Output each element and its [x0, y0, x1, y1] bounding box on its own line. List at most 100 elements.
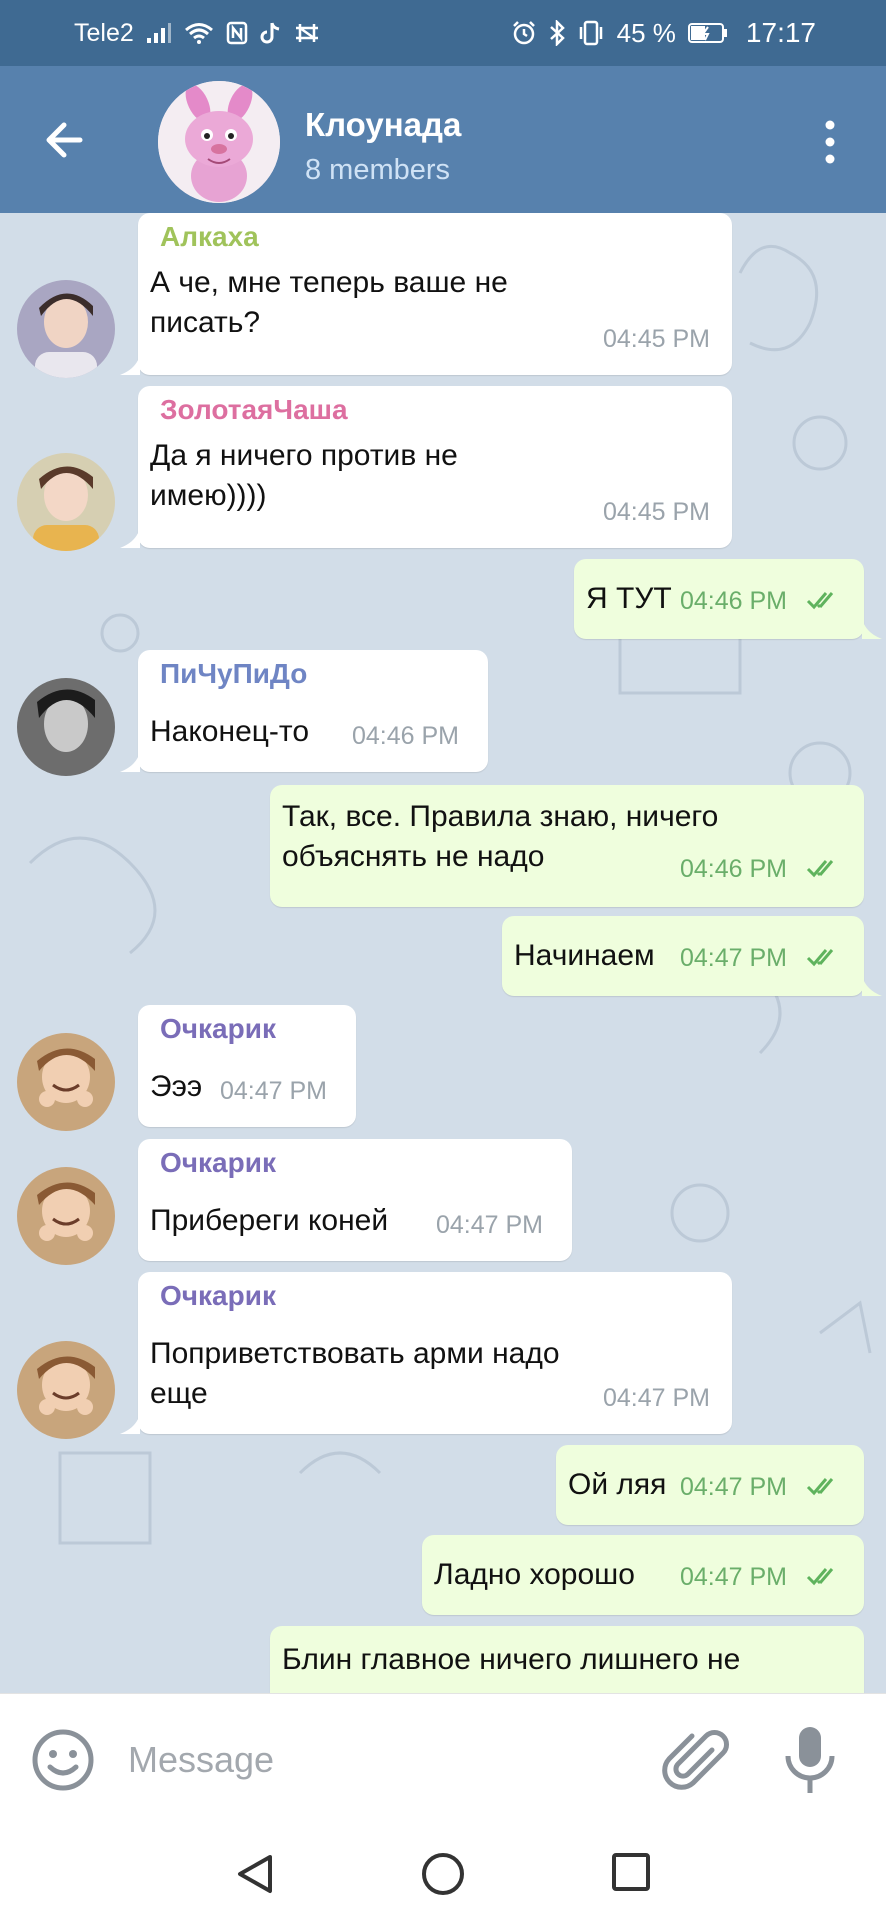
- message-text: А че, мне теперь ваше не: [150, 266, 508, 299]
- system-navigation-bar: [0, 1827, 886, 1920]
- nav-back-icon: [238, 1855, 272, 1893]
- double-check-icon: [806, 949, 834, 967]
- message-text: писать?: [150, 306, 261, 339]
- message-sender[interactable]: Очкарик: [160, 1013, 276, 1045]
- more-menu-button[interactable]: [818, 117, 842, 167]
- bubble-tail: [120, 1414, 140, 1434]
- double-check-icon: [806, 860, 834, 878]
- user-photo-avatar: [17, 1033, 115, 1131]
- message-time: 04:47 PM: [436, 1211, 544, 1239]
- emoji-button[interactable]: [30, 1727, 96, 1793]
- nav-back-button[interactable]: [232, 1851, 278, 1897]
- message-text: Я ТУТ: [586, 582, 672, 615]
- paperclip-icon: [662, 1730, 729, 1790]
- telegram-chat-screen: Tele2 45 % 17:17 Клоунада 8 members Алка…: [0, 0, 886, 1920]
- message-input[interactable]: [128, 1730, 628, 1790]
- message-bubble-outgoing[interactable]: Ой ляя 04:47 PM: [556, 1445, 864, 1525]
- battery-icon: [687, 22, 728, 44]
- message-text: Прибереги коней: [150, 1204, 389, 1237]
- message-time: 04:47 PM: [602, 1384, 710, 1412]
- message-time: 04:47 PM: [220, 1077, 328, 1105]
- nfc-icon: [226, 21, 248, 45]
- message-bubble[interactable]: Очкарик Поприветствовать арми надо еще 0…: [138, 1272, 732, 1434]
- nav-home-icon: [422, 1853, 464, 1895]
- battery-percent: 45 %: [616, 17, 676, 48]
- message-bubble-outgoing[interactable]: Начинаем 04:47 PM: [502, 916, 864, 996]
- signal-icon: [146, 22, 172, 44]
- message-text: Наконец-то: [150, 715, 310, 748]
- wifi-icon: [184, 22, 214, 44]
- message-text: Да я ничего против не: [150, 439, 458, 472]
- sender-avatar[interactable]: [17, 1033, 115, 1131]
- message-bubble[interactable]: ПиЧуПиДо Наконец-то 04:46 PM: [138, 650, 488, 772]
- vibrate-icon: [577, 20, 605, 46]
- message-text: Блин главное ничего лишнего не: [282, 1643, 741, 1676]
- bubble-tail: [120, 752, 140, 772]
- message-time: 04:46 PM: [680, 855, 788, 883]
- message-text: Ой ляя: [568, 1468, 667, 1501]
- message-text: имею)))): [150, 479, 267, 512]
- emoji-icon: [32, 1729, 94, 1791]
- message-text: Ладно хорошо: [434, 1558, 635, 1591]
- message-bubble[interactable]: Алкаха А че, мне теперь ваше не писать? …: [138, 213, 732, 375]
- chat-header: Клоунада 8 members: [0, 66, 886, 213]
- user-photo-avatar: [17, 453, 115, 551]
- message-bubble-outgoing[interactable]: Блин главное ничего лишнего не: [270, 1626, 864, 1693]
- back-button[interactable]: [40, 114, 92, 166]
- luntik-avatar-image: [158, 81, 280, 203]
- message-bubble[interactable]: ЗолотаяЧаша Да я ничего против не имею))…: [138, 386, 732, 548]
- message-list[interactable]: Алкаха А че, мне теперь ваше не писать? …: [0, 213, 886, 1693]
- message-time: 04:46 PM: [352, 722, 460, 750]
- message-time: 04:47 PM: [680, 1563, 788, 1591]
- message-sender[interactable]: Алкаха: [160, 221, 259, 253]
- message-bubble-outgoing[interactable]: Ладно хорошо 04:47 PM: [422, 1535, 864, 1615]
- user-photo-avatar: [17, 1167, 115, 1265]
- message-text: Эээ: [150, 1070, 203, 1103]
- bluetooth-icon: [549, 20, 565, 46]
- sender-avatar[interactable]: [17, 1341, 115, 1439]
- message-composer: [0, 1693, 886, 1827]
- message-time: 04:47 PM: [680, 1473, 788, 1501]
- bubble-tail: [120, 528, 140, 548]
- message-time: 04:47 PM: [680, 944, 788, 972]
- message-time: 04:45 PM: [602, 325, 710, 353]
- chat-title[interactable]: Клоунада: [305, 106, 461, 144]
- message-bubble-outgoing[interactable]: Я ТУТ 04:46 PM: [574, 559, 864, 639]
- sender-avatar[interactable]: [17, 280, 115, 378]
- message-sender[interactable]: Очкарик: [160, 1280, 276, 1312]
- sender-avatar[interactable]: [17, 453, 115, 551]
- user-photo-avatar: [17, 280, 115, 378]
- sender-avatar[interactable]: [17, 678, 115, 776]
- microphone-icon: [785, 1727, 835, 1793]
- bubble-tail: [862, 976, 882, 996]
- voice-message-button[interactable]: [782, 1724, 838, 1796]
- more-vert-icon: [825, 120, 835, 164]
- message-text: Так, все. Правила знаю, ничего: [282, 800, 719, 833]
- message-sender[interactable]: ПиЧуПиДо: [160, 658, 307, 690]
- message-text: еще: [150, 1377, 208, 1410]
- message-bubble[interactable]: Очкарик Эээ 04:47 PM: [138, 1005, 356, 1127]
- message-bubble-outgoing[interactable]: Так, все. Правила знаю, ничего объяснять…: [270, 785, 864, 907]
- member-count: 8 members: [305, 154, 451, 186]
- message-sender[interactable]: ЗолотаяЧаша: [160, 394, 348, 426]
- alarm-icon: [511, 20, 537, 46]
- carrier-name: Tele2: [74, 18, 134, 47]
- vpn-icon: [294, 22, 320, 44]
- double-check-icon: [806, 592, 834, 610]
- nav-recent-button[interactable]: [610, 1851, 652, 1893]
- attach-button[interactable]: [660, 1724, 730, 1794]
- tiktok-icon: [260, 21, 282, 45]
- user-photo-avatar: [17, 1341, 115, 1439]
- group-avatar[interactable]: [158, 81, 280, 203]
- message-sender[interactable]: Очкарик: [160, 1147, 276, 1179]
- bubble-tail: [862, 619, 882, 639]
- sender-avatar[interactable]: [17, 1167, 115, 1265]
- message-text: Поприветствовать арми надо: [150, 1337, 560, 1370]
- clock: 17:17: [745, 17, 816, 48]
- bubble-tail: [120, 355, 140, 375]
- double-check-icon: [806, 1478, 834, 1496]
- nav-home-button[interactable]: [420, 1851, 466, 1897]
- double-check-icon: [806, 1568, 834, 1586]
- message-bubble[interactable]: Очкарик Прибереги коней 04:47 PM: [138, 1139, 572, 1261]
- message-time: 04:46 PM: [680, 587, 788, 615]
